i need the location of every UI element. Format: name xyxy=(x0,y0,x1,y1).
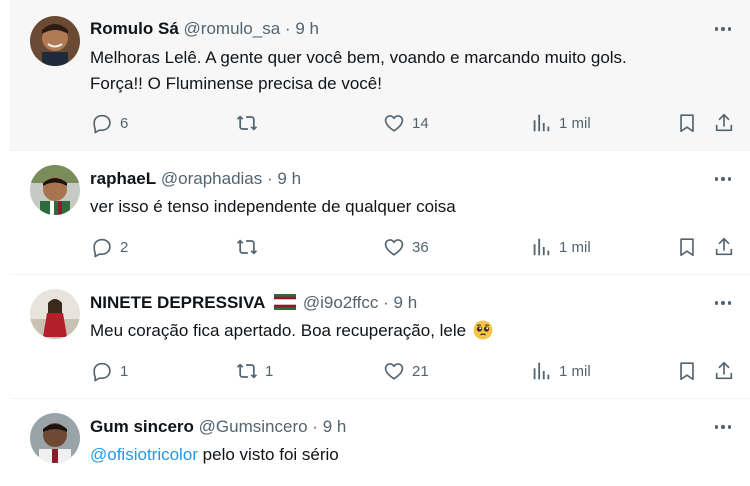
reply-icon xyxy=(93,114,111,134)
views-button[interactable]: 1 mil xyxy=(530,110,591,136)
repost-icon xyxy=(236,115,258,131)
timestamp[interactable]: 9 h xyxy=(295,19,319,38)
reply-count: 1 xyxy=(120,362,129,380)
like-button[interactable]: 21 xyxy=(383,358,429,384)
reply-button[interactable]: 6 xyxy=(91,110,128,136)
views-count: 1 mil xyxy=(559,114,591,132)
bookmark-icon xyxy=(680,362,694,381)
heart-icon xyxy=(384,115,404,132)
tweet-actions: 6 14 1 mil xyxy=(10,110,750,136)
timestamp[interactable]: 9 h xyxy=(277,169,301,188)
bookmark-icon xyxy=(680,114,694,133)
more-options-icon[interactable] xyxy=(712,168,734,190)
reply-button[interactable]: 2 xyxy=(91,234,128,260)
tweet-text-line: ver isso é tenso independente de qualque… xyxy=(90,197,456,216)
repost-button[interactable]: 1 xyxy=(236,358,273,384)
share-button[interactable] xyxy=(713,234,735,260)
reply-count: 2 xyxy=(120,238,129,256)
like-count: 36 xyxy=(412,238,429,256)
tweet-text-line: pelo visto foi sério xyxy=(197,445,339,464)
author-handle[interactable]: @romulo_sa xyxy=(184,19,281,38)
bookmark-button[interactable] xyxy=(676,234,698,260)
like-count: 14 xyxy=(412,114,429,132)
tweet-text-line: Força!! O Fluminense precisa de você! xyxy=(90,74,382,93)
pleading-face-emoji-icon xyxy=(473,320,493,340)
bookmark-icon xyxy=(680,238,694,257)
like-button[interactable]: 14 xyxy=(383,110,429,136)
avatar[interactable] xyxy=(30,16,80,66)
share-icon xyxy=(715,361,733,380)
avatar[interactable] xyxy=(30,289,80,339)
mention-link[interactable]: @ofisiotricolor xyxy=(90,445,198,464)
share-icon xyxy=(715,237,733,256)
author-name[interactable]: raphaeL xyxy=(90,169,156,188)
author-name[interactable]: Gum sincero xyxy=(90,417,194,436)
separator-dot: · xyxy=(284,19,291,38)
author-handle[interactable]: @i9o2ffcc xyxy=(303,293,379,312)
repost-icon xyxy=(236,239,258,255)
separator-dot: · xyxy=(383,293,389,312)
tweet-header: raphaeL @oraphadias · 9 h xyxy=(90,168,301,190)
tweet-text-line: Meu coração fica apertado. Boa recuperaç… xyxy=(90,321,467,340)
views-count: 1 mil xyxy=(559,362,591,380)
tweet-header: NINETE DEPRESSIVA @i9o2ffcc · 9 h xyxy=(90,292,417,314)
like-count: 21 xyxy=(412,362,429,380)
more-options-icon[interactable] xyxy=(712,292,734,314)
author-name[interactable]: NINETE DEPRESSIVA xyxy=(90,293,265,312)
tweet-text: @ofisiotricolor pelo visto foi sério xyxy=(90,442,730,468)
author-handle[interactable]: @oraphadias xyxy=(161,169,262,188)
views-count: 1 mil xyxy=(559,238,591,256)
share-button[interactable] xyxy=(713,110,735,136)
tweet-header: Romulo Sá @romulo_sa · 9 h xyxy=(90,18,319,40)
tweet[interactable]: Gum sincero @Gumsincero · 9 h @ofisiotri… xyxy=(10,399,750,486)
tweet-text: Meu coração fica apertado. Boa recuperaç… xyxy=(90,318,730,344)
tweet-actions: 2 36 1 mil xyxy=(10,234,750,260)
repost-count: 1 xyxy=(265,362,274,380)
timestamp[interactable]: 9 h xyxy=(394,293,418,312)
separator-dot: · xyxy=(312,417,318,436)
heart-icon xyxy=(384,239,404,256)
like-button[interactable]: 36 xyxy=(383,234,429,260)
views-icon xyxy=(533,362,550,380)
fluminense-flag-icon xyxy=(274,294,297,310)
tweet-text-line: Melhoras Lelê. A gente quer você bem, vo… xyxy=(90,48,627,67)
views-button[interactable]: 1 mil xyxy=(530,358,591,384)
reply-count: 6 xyxy=(120,114,129,132)
tweet-actions: 1 1 21 1 mil xyxy=(10,358,750,384)
repost-button[interactable] xyxy=(236,234,265,260)
author-handle[interactable]: @Gumsincero xyxy=(199,417,308,436)
repost-icon xyxy=(236,363,258,379)
timestamp[interactable]: 9 h xyxy=(323,417,347,436)
views-icon xyxy=(533,238,550,256)
tweet[interactable]: raphaeL @oraphadias · 9 h ver isso é ten… xyxy=(10,151,750,275)
avatar[interactable] xyxy=(30,413,80,463)
bookmark-button[interactable] xyxy=(676,358,698,384)
repost-button[interactable] xyxy=(236,110,265,136)
tweet-text: Melhoras Lelê. A gente quer você bem, vo… xyxy=(90,45,730,97)
separator-dot: · xyxy=(267,169,273,188)
reply-icon xyxy=(93,362,111,382)
tweet[interactable]: NINETE DEPRESSIVA @i9o2ffcc · 9 h Meu co… xyxy=(10,275,750,399)
bookmark-button[interactable] xyxy=(676,110,698,136)
reply-button[interactable]: 1 xyxy=(91,358,128,384)
share-button[interactable] xyxy=(713,358,735,384)
reply-icon xyxy=(93,238,111,258)
tweet[interactable]: Romulo Sá @romulo_sa · 9 h Melhoras Lelê… xyxy=(10,0,750,151)
share-icon xyxy=(715,113,733,132)
heart-icon xyxy=(384,363,404,380)
more-options-icon[interactable] xyxy=(712,18,734,40)
author-name[interactable]: Romulo Sá xyxy=(90,19,179,38)
tweet-text: ver isso é tenso independente de qualque… xyxy=(90,194,730,220)
more-options-icon[interactable] xyxy=(712,416,734,438)
avatar[interactable] xyxy=(30,165,80,215)
views-icon xyxy=(533,114,550,132)
tweet-header: Gum sincero @Gumsincero · 9 h xyxy=(90,416,346,438)
views-button[interactable]: 1 mil xyxy=(530,234,591,260)
